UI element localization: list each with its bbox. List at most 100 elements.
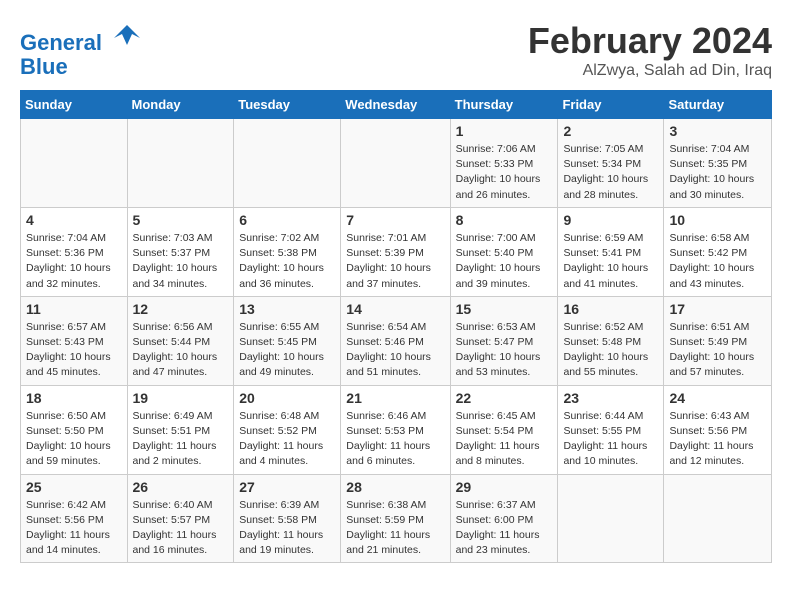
day-number: 5 bbox=[133, 212, 229, 228]
calendar-week-4: 18Sunrise: 6:50 AM Sunset: 5:50 PM Dayli… bbox=[21, 385, 772, 474]
day-number: 25 bbox=[26, 479, 122, 495]
day-info: Sunrise: 6:44 AM Sunset: 5:55 PM Dayligh… bbox=[563, 409, 658, 470]
calendar-cell: 10Sunrise: 6:58 AM Sunset: 5:42 PM Dayli… bbox=[664, 207, 772, 296]
month-title: February 2024 bbox=[528, 20, 772, 62]
calendar-cell: 27 Sunrise: 6:39 AM Sunset: 5:58 PM Dayli… bbox=[234, 474, 341, 563]
day-info: Sunrise: 6:37 AM Sunset: 6:00 PM Dayligh… bbox=[456, 498, 553, 559]
day-info: Sunrise: 6:51 AM Sunset: 5:49 PM Dayligh… bbox=[669, 320, 766, 381]
calendar-week-5: 25 Sunrise: 6:42 AM Sunset: 5:56 PM Dayli… bbox=[21, 474, 772, 563]
day-number: 29 bbox=[456, 479, 553, 495]
calendar-header-sunday: Sunday bbox=[21, 91, 128, 119]
day-number: 12 bbox=[133, 301, 229, 317]
calendar-cell: 21Sunrise: 6:46 AM Sunset: 5:53 PM Dayli… bbox=[341, 385, 450, 474]
calendar-cell: 29 Sunrise: 6:37 AM Sunset: 6:00 PM Dayli… bbox=[450, 474, 558, 563]
day-number: 28 bbox=[346, 479, 444, 495]
day-info: Sunrise: 6:54 AM Sunset: 5:46 PM Dayligh… bbox=[346, 320, 444, 381]
day-info: Sunrise: 6:45 AM Sunset: 5:54 PM Dayligh… bbox=[456, 409, 553, 470]
calendar-cell bbox=[341, 119, 450, 208]
day-number: 3 bbox=[669, 123, 766, 139]
calendar-cell: 23 Sunrise: 6:44 AM Sunset: 5:55 PM Dayli… bbox=[558, 385, 664, 474]
day-number: 17 bbox=[669, 301, 766, 317]
day-info: Sunrise: 7:00 AM Sunset: 5:40 PM Dayligh… bbox=[456, 231, 553, 292]
calendar-cell: 15 Sunrise: 6:53 AM Sunset: 5:47 PM Dayli… bbox=[450, 296, 558, 385]
title-block: February 2024 AlZwya, Salah ad Din, Iraq bbox=[528, 20, 772, 80]
day-number: 9 bbox=[563, 212, 658, 228]
calendar-cell: 24 Sunrise: 6:43 AM Sunset: 5:56 PM Dayli… bbox=[664, 385, 772, 474]
calendar-week-2: 4 Sunrise: 7:04 AM Sunset: 5:36 PM Daylig… bbox=[21, 207, 772, 296]
calendar-week-3: 11 Sunrise: 6:57 AM Sunset: 5:43 PM Dayli… bbox=[21, 296, 772, 385]
calendar-header-tuesday: Tuesday bbox=[234, 91, 341, 119]
day-number: 8 bbox=[456, 212, 553, 228]
calendar-header-monday: Monday bbox=[127, 91, 234, 119]
day-info: Sunrise: 6:39 AM Sunset: 5:58 PM Dayligh… bbox=[239, 498, 335, 559]
calendar-cell: 18Sunrise: 6:50 AM Sunset: 5:50 PM Dayli… bbox=[21, 385, 128, 474]
day-info: Sunrise: 7:04 AM Sunset: 5:36 PM Dayligh… bbox=[26, 231, 122, 292]
calendar-header-saturday: Saturday bbox=[664, 91, 772, 119]
day-info: Sunrise: 6:55 AM Sunset: 5:45 PM Dayligh… bbox=[239, 320, 335, 381]
day-info: Sunrise: 6:50 AM Sunset: 5:50 PM Dayligh… bbox=[26, 409, 122, 470]
calendar-cell: 19Sunrise: 6:49 AM Sunset: 5:51 PM Dayli… bbox=[127, 385, 234, 474]
calendar-cell: 6 Sunrise: 7:02 AM Sunset: 5:38 PM Daylig… bbox=[234, 207, 341, 296]
calendar-cell bbox=[21, 119, 128, 208]
day-number: 1 bbox=[456, 123, 553, 139]
calendar-cell: 5 Sunrise: 7:03 AM Sunset: 5:37 PM Daylig… bbox=[127, 207, 234, 296]
day-info: Sunrise: 6:56 AM Sunset: 5:44 PM Dayligh… bbox=[133, 320, 229, 381]
location: AlZwya, Salah ad Din, Iraq bbox=[528, 62, 772, 80]
day-number: 13 bbox=[239, 301, 335, 317]
calendar-cell: 25 Sunrise: 6:42 AM Sunset: 5:56 PM Dayli… bbox=[21, 474, 128, 563]
day-number: 7 bbox=[346, 212, 444, 228]
calendar-header-row: SundayMondayTuesdayWednesdayThursdayFrid… bbox=[21, 91, 772, 119]
calendar-cell: 7 Sunrise: 7:01 AM Sunset: 5:39 PM Daylig… bbox=[341, 207, 450, 296]
day-number: 16 bbox=[563, 301, 658, 317]
day-info: Sunrise: 6:52 AM Sunset: 5:48 PM Dayligh… bbox=[563, 320, 658, 381]
day-number: 6 bbox=[239, 212, 335, 228]
calendar-cell: 8 Sunrise: 7:00 AM Sunset: 5:40 PM Daylig… bbox=[450, 207, 558, 296]
day-number: 19 bbox=[133, 390, 229, 406]
day-info: Sunrise: 6:57 AM Sunset: 5:43 PM Dayligh… bbox=[26, 320, 122, 381]
calendar-cell: 16 Sunrise: 6:52 AM Sunset: 5:48 PM Dayli… bbox=[558, 296, 664, 385]
day-number: 24 bbox=[669, 390, 766, 406]
calendar-cell: 9Sunrise: 6:59 AM Sunset: 5:41 PM Daylig… bbox=[558, 207, 664, 296]
calendar-header-thursday: Thursday bbox=[450, 91, 558, 119]
day-number: 4 bbox=[26, 212, 122, 228]
logo-general: General bbox=[20, 30, 102, 55]
calendar-cell: 14Sunrise: 6:54 AM Sunset: 5:46 PM Dayli… bbox=[341, 296, 450, 385]
day-info: Sunrise: 7:06 AM Sunset: 5:33 PM Dayligh… bbox=[456, 142, 553, 203]
day-info: Sunrise: 7:02 AM Sunset: 5:38 PM Dayligh… bbox=[239, 231, 335, 292]
calendar-cell: 3 Sunrise: 7:04 AM Sunset: 5:35 PM Daylig… bbox=[664, 119, 772, 208]
day-number: 27 bbox=[239, 479, 335, 495]
day-number: 11 bbox=[26, 301, 122, 317]
day-info: Sunrise: 7:03 AM Sunset: 5:37 PM Dayligh… bbox=[133, 231, 229, 292]
calendar-cell: 17 Sunrise: 6:51 AM Sunset: 5:49 PM Dayli… bbox=[664, 296, 772, 385]
logo-bird-icon bbox=[112, 20, 142, 50]
day-number: 15 bbox=[456, 301, 553, 317]
calendar-cell bbox=[558, 474, 664, 563]
day-number: 26 bbox=[133, 479, 229, 495]
day-info: Sunrise: 7:04 AM Sunset: 5:35 PM Dayligh… bbox=[669, 142, 766, 203]
day-info: Sunrise: 6:53 AM Sunset: 5:47 PM Dayligh… bbox=[456, 320, 553, 381]
day-info: Sunrise: 6:46 AM Sunset: 5:53 PM Dayligh… bbox=[346, 409, 444, 470]
day-info: Sunrise: 6:43 AM Sunset: 5:56 PM Dayligh… bbox=[669, 409, 766, 470]
calendar-cell bbox=[664, 474, 772, 563]
calendar-cell: 13 Sunrise: 6:55 AM Sunset: 5:45 PM Dayli… bbox=[234, 296, 341, 385]
calendar-cell: 28Sunrise: 6:38 AM Sunset: 5:59 PM Dayli… bbox=[341, 474, 450, 563]
calendar-week-1: 1 Sunrise: 7:06 AM Sunset: 5:33 PM Daylig… bbox=[21, 119, 772, 208]
logo: General Blue bbox=[20, 20, 142, 79]
calendar-table: SundayMondayTuesdayWednesdayThursdayFrid… bbox=[20, 90, 772, 563]
day-info: Sunrise: 7:01 AM Sunset: 5:39 PM Dayligh… bbox=[346, 231, 444, 292]
calendar-header-wednesday: Wednesday bbox=[341, 91, 450, 119]
day-info: Sunrise: 6:40 AM Sunset: 5:57 PM Dayligh… bbox=[133, 498, 229, 559]
day-number: 22 bbox=[456, 390, 553, 406]
calendar-cell: 2Sunrise: 7:05 AM Sunset: 5:34 PM Daylig… bbox=[558, 119, 664, 208]
calendar-cell: 22 Sunrise: 6:45 AM Sunset: 5:54 PM Dayli… bbox=[450, 385, 558, 474]
calendar-cell bbox=[127, 119, 234, 208]
calendar-cell: 20Sunrise: 6:48 AM Sunset: 5:52 PM Dayli… bbox=[234, 385, 341, 474]
day-number: 23 bbox=[563, 390, 658, 406]
calendar-cell: 4 Sunrise: 7:04 AM Sunset: 5:36 PM Daylig… bbox=[21, 207, 128, 296]
day-info: Sunrise: 6:42 AM Sunset: 5:56 PM Dayligh… bbox=[26, 498, 122, 559]
day-info: Sunrise: 7:05 AM Sunset: 5:34 PM Dayligh… bbox=[563, 142, 658, 203]
calendar-cell bbox=[234, 119, 341, 208]
calendar-header-friday: Friday bbox=[558, 91, 664, 119]
day-number: 20 bbox=[239, 390, 335, 406]
calendar-cell: 11 Sunrise: 6:57 AM Sunset: 5:43 PM Dayli… bbox=[21, 296, 128, 385]
